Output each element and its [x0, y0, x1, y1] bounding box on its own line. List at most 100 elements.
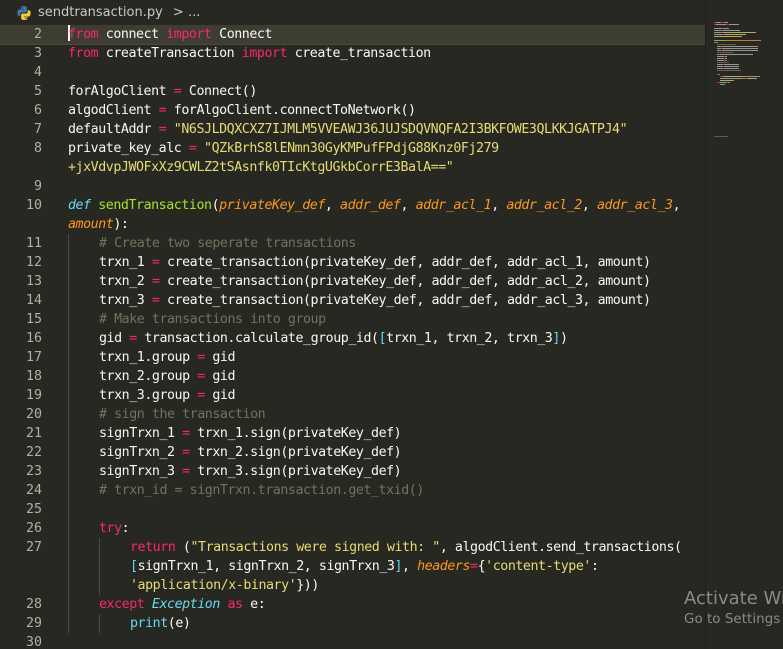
code-line[interactable]: 6 algodClient = forAlgoClient.connectToNe… [0, 101, 705, 120]
code-text[interactable]: algodClient = forAlgoClient.connectToNet… [68, 101, 416, 120]
activate-windows-watermark: Activate Windows Go to Settings to activ… [684, 588, 783, 638]
code-line[interactable]: 15 # Make transactions into group [0, 310, 705, 329]
minimap-line [725, 34, 746, 35]
minimap-line [723, 84, 725, 85]
code-line[interactable]: 2 from connect import Connect [0, 25, 705, 45]
code-token: = [182, 445, 190, 460]
code-text[interactable]: except Exception as e: [99, 595, 266, 614]
code-text[interactable]: forAlgoClient = Connect() [68, 82, 257, 101]
minimap-line [714, 34, 723, 35]
code-line[interactable]: +jxVdvpJWOFxXz9CWLZ2tSAsnfk0TIcKtgUGkbCo… [0, 158, 705, 177]
minimap-line [725, 56, 727, 57]
code-line[interactable]: 4 [0, 63, 705, 82]
code-token: "QZkBrhS8lENmn30GyKMPufFPdjG88Knz0Fj279 [204, 141, 499, 156]
code-line[interactable]: 29 print(e) [0, 614, 705, 633]
code-line[interactable]: 18 trxn_2.group = gid [0, 367, 705, 386]
code-text[interactable]: trxn_1.group = gid [99, 348, 235, 367]
code-editor[interactable]: 2 from connect import Connect 3 from create… [0, 25, 705, 649]
code-line[interactable]: 10 def sendTransaction(privateKey_def, ad… [0, 196, 705, 215]
code-text[interactable]: trxn_3 = create_transaction(privateKey_d… [99, 291, 651, 310]
code-line[interactable]: amount): [0, 215, 705, 234]
code-token: gid [204, 350, 236, 365]
minimap-line [724, 64, 739, 65]
code-text[interactable]: signTrxn_1 = trxn_1.sign(privateKey_def) [99, 424, 402, 443]
code-line[interactable]: 22 signTrxn_2 = trxn_2.sign(privateKey_de… [0, 443, 705, 462]
code-text[interactable]: trxn_2.group = gid [99, 367, 235, 386]
code-text[interactable]: amount): [68, 215, 129, 234]
code-line[interactable]: 14 trxn_3 = create_transaction(privateKey… [0, 291, 705, 310]
minimap-line [748, 78, 756, 79]
line-number: 12 [25, 255, 42, 270]
code-line[interactable]: 30 [0, 633, 705, 649]
code-token: "Transactions were signed with: " [190, 540, 440, 555]
code-line[interactable]: 19 trxn_3.group = gid [0, 386, 705, 405]
code-token: trxn_2.group [99, 369, 198, 384]
code-token: try [99, 521, 122, 536]
code-text[interactable]: from connect import Connect [68, 25, 272, 44]
minimap[interactable] [705, 0, 783, 649]
line-number: 22 [25, 445, 42, 460]
code-line[interactable]: 28 except Exception as e: [0, 595, 705, 614]
code-text[interactable]: [signTrxn_1, signTrxn_2, signTrxn_3], he… [130, 557, 599, 576]
code-line[interactable]: [signTrxn_1, signTrxn_2, signTrxn_3], he… [0, 557, 705, 576]
code-line[interactable]: 26 try: [0, 519, 705, 538]
code-text[interactable]: 'application/x-binary'})) [130, 576, 319, 595]
code-token: forAlgoClient.connectToNetwork() [166, 103, 416, 118]
code-line[interactable]: 21 signTrxn_1 = trxn_1.sign(privateKey_de… [0, 424, 705, 443]
code-token: gid [204, 388, 236, 403]
breadcrumb-file-name[interactable]: sendtransaction.py [38, 5, 163, 20]
code-text[interactable]: gid = transaction.calculate_group_id([tr… [99, 329, 568, 348]
code-text[interactable]: # trxn_id = signTrxn.transaction.get_txi… [99, 481, 424, 500]
code-line[interactable]: 17 trxn_1.group = gid [0, 348, 705, 367]
code-text[interactable]: # sign the transaction [99, 405, 266, 424]
code-text[interactable]: try: [99, 519, 130, 538]
code-text[interactable]: defaultAddr = "N6SJLDQXCXZ7IJMLM5VVEAWJ3… [68, 120, 628, 139]
indent-guide [99, 557, 100, 576]
code-text[interactable]: trxn_2 = create_transaction(privateKey_d… [99, 272, 651, 291]
code-text[interactable]: signTrxn_3 = trxn_3.sign(privateKey_def) [99, 462, 402, 481]
code-text[interactable]: trxn_1 = create_transaction(privateKey_d… [99, 253, 651, 272]
code-line[interactable]: 24 # trxn_id = signTrxn.transaction.get_t… [0, 481, 705, 500]
code-line[interactable]: 8 private_key_alc = "QZkBrhS8lENmn30GyKMP… [0, 139, 705, 158]
code-token: = [197, 388, 205, 403]
breadcrumb-separator[interactable]: > ... [169, 5, 200, 20]
code-text[interactable]: # Create two seperate transactions [99, 234, 356, 253]
code-line[interactable]: 16 gid = transaction.calculate_group_id([… [0, 329, 705, 348]
code-line[interactable]: 'application/x-binary'})) [0, 576, 705, 595]
code-line[interactable]: 3 from createTransaction import create_tr… [0, 44, 705, 63]
minimap-line [717, 62, 729, 63]
code-text[interactable]: # Make transactions into group [99, 310, 326, 329]
code-line[interactable]: 9 [0, 177, 705, 196]
code-token: sendTransaction [98, 198, 212, 213]
code-text[interactable]: from createTransaction import create_tra… [68, 44, 431, 63]
code-text[interactable]: trxn_3.group = gid [99, 386, 235, 405]
indent-guide [68, 576, 69, 595]
code-line[interactable]: 13 trxn_2 = create_transaction(privateKey… [0, 272, 705, 291]
code-text[interactable]: private_key_alc = "QZkBrhS8lENmn30GyKMPu… [68, 139, 499, 158]
code-line[interactable]: 27 return ("Transactions were signed with… [0, 538, 705, 557]
code-line[interactable]: 7 defaultAddr = "N6SJLDQXCXZ7IJMLM5VVEAWJ… [0, 120, 705, 139]
minimap-line [717, 70, 741, 71]
code-text[interactable]: signTrxn_2 = trxn_2.sign(privateKey_def) [99, 443, 402, 462]
code-token: from [68, 46, 99, 61]
code-token: , [402, 559, 418, 574]
code-line[interactable]: 20 # sign the transaction [0, 405, 705, 424]
code-token: addr_def [340, 198, 401, 213]
code-line[interactable]: 11 # Create two seperate transactions [0, 234, 705, 253]
breadcrumb[interactable]: sendtransaction.py > ... [0, 0, 783, 25]
code-line[interactable]: 5 forAlgoClient = Connect() [0, 82, 705, 101]
code-text[interactable]: print(e) [130, 614, 191, 633]
code-token: transaction.calculate_group_id( [136, 331, 379, 346]
code-token: # trxn_id = signTrxn.transaction.get_txi… [99, 483, 424, 498]
indent-guide [68, 386, 69, 405]
code-text[interactable]: return ("Transactions were signed with: … [130, 538, 682, 557]
code-line[interactable]: 25 [0, 500, 705, 519]
code-line[interactable]: 23 signTrxn_3 = trxn_3.sign(privateKey_de… [0, 462, 705, 481]
line-number: 14 [25, 293, 42, 308]
code-text[interactable]: +jxVdvpJWOFxXz9CWLZ2tSAsnfk0TIcKtgUGkbCo… [68, 158, 454, 177]
minimap-line [725, 58, 727, 59]
code-line[interactable]: 12 trxn_1 = create_transaction(privateKey… [0, 253, 705, 272]
code-text[interactable]: def sendTransaction(privateKey_def, addr… [68, 196, 681, 215]
